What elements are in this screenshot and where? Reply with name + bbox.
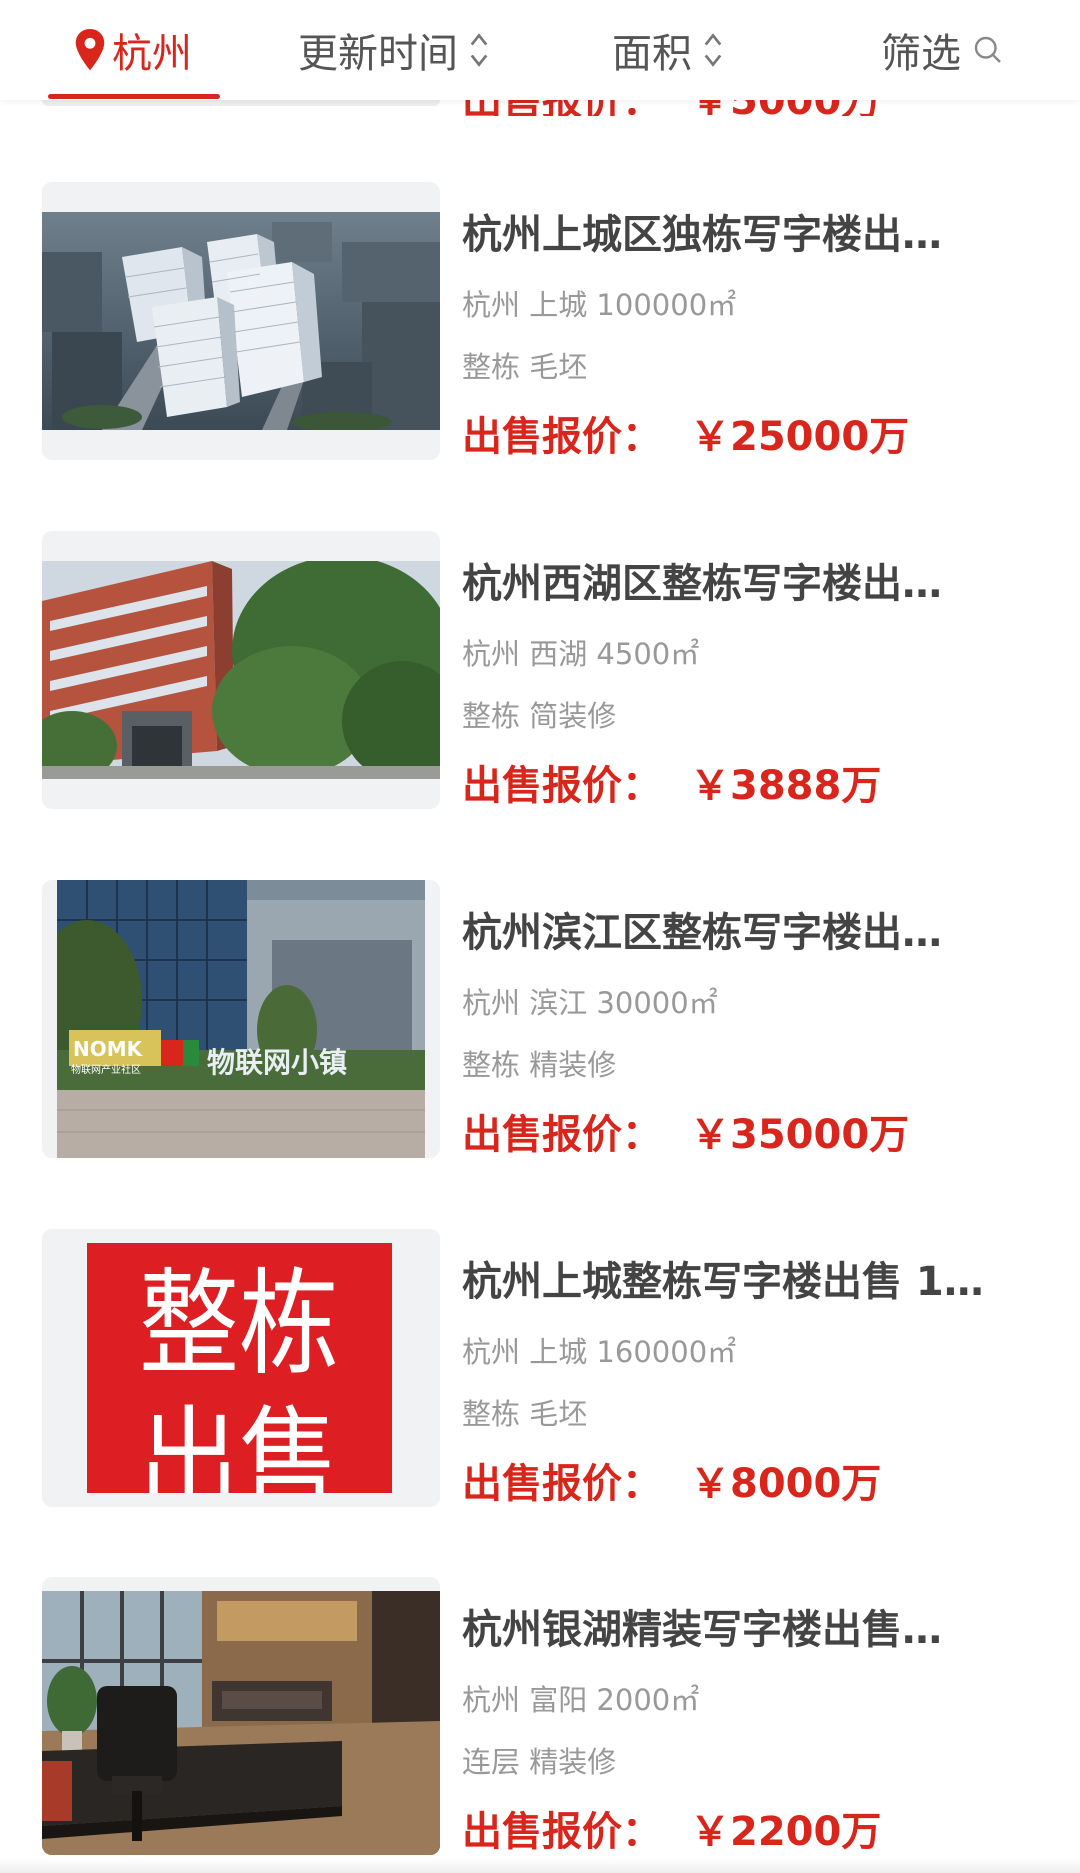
listing-location-area: 杭州 滨江 30000㎡ — [462, 986, 718, 1020]
listing-item[interactable]: 杭州上城区独栋写字楼出… 杭州 上城 100000㎡ 整栋 毛坯 出售报价： ￥2… — [0, 182, 1080, 472]
listing-tags: 整栋 精装修 — [462, 1048, 617, 1082]
listing-location-area: 杭州 西湖 4500㎡ — [462, 637, 700, 671]
price-label: 出售报价： — [462, 414, 662, 460]
price-value: ￥35000万 — [690, 1112, 910, 1158]
city-label: 杭州 — [112, 31, 192, 77]
listing-thumbnail — [42, 182, 440, 460]
sort-by-update-time[interactable]: 更新时间 — [298, 0, 490, 100]
sort-updown-icon — [704, 33, 722, 67]
sort-area-label: 面积 — [612, 31, 692, 77]
listing-title: 杭州滨江区整栋写字楼出… — [462, 910, 942, 956]
listing-price: 出售报价： ￥25000万 — [462, 404, 909, 462]
executive-office-interior-image — [42, 1591, 440, 1855]
sort-updown-icon — [470, 33, 488, 67]
listing-item[interactable]: 整栋 出售 杭州上城整栋写字楼出售 1… 杭州 上城 160000㎡ 整栋 毛坯… — [0, 1229, 1080, 1519]
banner-line1-text: 整栋 — [139, 1258, 339, 1391]
previous-thumbnail-edge — [42, 100, 440, 106]
listing-thumbnail — [42, 1577, 440, 1855]
city-selector[interactable]: 杭州 — [72, 0, 192, 100]
search-icon — [974, 36, 1001, 63]
bottom-edge-shadow — [0, 1858, 1080, 1873]
banner-line2-text: 出售 — [139, 1396, 339, 1493]
listing-location-area: 杭州 上城 100000㎡ — [462, 288, 737, 322]
price-value: ￥2200万 — [690, 1809, 882, 1855]
location-pin-icon — [75, 29, 105, 71]
listing-title: 杭州上城整栋写字楼出售 1… — [462, 1259, 984, 1305]
price-label: 出售报价： — [462, 1112, 662, 1158]
price-label: 出售报价： — [462, 763, 662, 809]
listing-location-area: 杭州 上城 160000㎡ — [462, 1335, 737, 1369]
listing-price: 出售报价： ￥2200万 — [462, 1799, 881, 1857]
filter-label: 筛选 — [881, 31, 961, 77]
listing-location-area: 杭州 富阳 2000㎡ — [462, 1683, 700, 1717]
filter-button[interactable]: 筛选 — [881, 0, 1003, 100]
sign-logo-text: NOMK — [73, 1037, 144, 1061]
price-value: ￥25000万 — [690, 414, 910, 460]
listing-item[interactable]: 杭州银湖精装写字楼出售… 杭州 富阳 2000㎡ 连层 精装修 出售报价： ￥22… — [0, 1577, 1080, 1867]
listing-tags: 整栋 毛坯 — [462, 350, 588, 384]
price-value: ￥3888万 — [690, 763, 882, 809]
sign-sub-text: 物联网产业社区 — [71, 1063, 141, 1076]
listing-tags: 整栋 毛坯 — [462, 1397, 588, 1431]
listing-tags: 整栋 简装修 — [462, 699, 617, 733]
filter-bar: 杭州 更新时间 面积 筛选 — [0, 0, 1080, 100]
whole-building-for-sale-banner-image: 整栋 出售 — [87, 1243, 392, 1493]
price-label: 出售报价： — [462, 1809, 662, 1855]
listing-item[interactable]: 杭州西湖区整栋写字楼出… 杭州 西湖 4500㎡ 整栋 简装修 出售报价： ￥38… — [0, 531, 1080, 821]
listing-title: 杭州西湖区整栋写字楼出… — [462, 561, 942, 607]
listing-thumbnail — [42, 531, 440, 809]
active-tab-indicator — [48, 94, 220, 99]
listing-thumbnail: NOMK 物联网产业社区 物联网小镇 — [42, 880, 440, 1158]
sort-by-area[interactable]: 面积 — [612, 0, 724, 100]
iot-town-building-image: NOMK 物联网产业社区 物联网小镇 — [57, 880, 425, 1158]
red-brick-office-building-image — [42, 561, 440, 779]
listing-tags: 连层 精装修 — [462, 1745, 617, 1779]
listing-title: 杭州上城区独栋写字楼出… — [462, 212, 942, 258]
sort-time-label: 更新时间 — [298, 31, 458, 77]
listing-price: 出售报价： ￥35000万 — [462, 1102, 909, 1160]
listing-title: 杭州银湖精装写字楼出售… — [462, 1607, 942, 1653]
aerial-office-rendering-image — [42, 212, 440, 430]
price-label: 出售报价： — [462, 1461, 662, 1507]
listing-item[interactable]: NOMK 物联网产业社区 物联网小镇 杭州滨江区整栋写字楼出… 杭州 滨江 30… — [0, 880, 1080, 1170]
listing-price: 出售报价： ￥8000万 — [462, 1451, 881, 1509]
listing-thumbnail: 整栋 出售 — [42, 1229, 440, 1507]
listing-price: 出售报价： ￥3888万 — [462, 753, 881, 811]
sign-main-text: 物联网小镇 — [207, 1046, 347, 1079]
price-value: ￥8000万 — [690, 1461, 882, 1507]
